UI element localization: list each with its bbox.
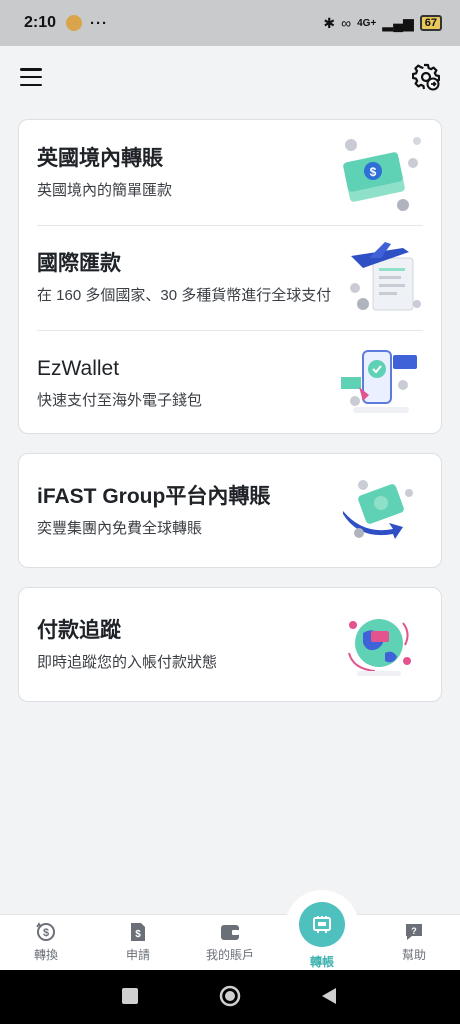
row-subtitle: 英國境內的簡單匯款 [37,181,173,199]
settings-gear-icon[interactable] [412,63,440,91]
nav-label: 幫助 [401,948,426,962]
home-icon[interactable] [219,985,241,1007]
recent-apps-icon[interactable] [121,987,139,1005]
bottom-navigation: $ 轉換 $ 申請 我的賬戶 ? 幫助 [0,914,460,970]
svg-text:$: $ [43,927,49,939]
system-navigation-bar [0,970,460,1024]
app-bar [0,46,460,108]
menu-icon[interactable] [20,68,42,86]
row-subtitle: 快速支付至海外電子錢包 [37,391,203,409]
airplane-invoice-icon [350,241,421,310]
uk-domestic-transfer-row[interactable]: 英國境內轉賬 英國境內的簡單匯款 $ [19,120,441,225]
nav-label: 申請 [125,948,150,962]
svg-text:$: $ [370,165,377,179]
row-title: EzWallet [37,357,120,381]
row-subtitle: 在 160 多個國家、30 多種貨幣進行全球支付 [37,286,332,304]
status-bar: 2:10 ··· ✱ ∞ 4G+ ▂▄▆ 67 [0,0,460,46]
banknotes-icon: $ [343,136,421,211]
row-title: 英國境內轉賬 [37,147,163,171]
row-title: 國際匯款 [37,252,121,276]
link-icon: ∞ [341,15,352,31]
row-title: 付款追蹤 [37,619,121,643]
nav-label: 我的賬戶 [205,948,254,962]
ifast-group-transfer-card: iFAST Group平台內轉賬 奕豐集團內免費全球轉賬 [18,453,442,568]
transfer-active-icon [299,902,345,947]
svg-text:?: ? [411,926,417,936]
nav-item-transfer[interactable]: 轉帳 [282,890,362,970]
document-dollar-icon: $ [131,923,145,941]
ezwallet-row[interactable]: EzWallet 快速支付至海外電子錢包 [19,330,441,435]
payment-tracking-card: 付款追蹤 即時追蹤您的入帳付款狀態 [18,587,442,702]
payment-tracking-row[interactable]: 付款追蹤 即時追蹤您的入帳付款狀態 [19,588,441,701]
nav-item-exchange[interactable]: $ 轉換 [6,921,86,963]
currency-exchange-icon: $ [36,922,55,941]
network-label: 4G+ [357,17,377,29]
help-chat-icon: ? [406,924,422,940]
phone-wallet-icon [341,349,417,413]
money-transfer-arrows-icon [343,479,413,539]
nav-item-help[interactable]: ? 幫助 [374,921,454,963]
globe-tracking-icon [348,618,411,676]
nav-label: 轉換 [33,948,58,962]
notification-icon [66,15,83,31]
svg-text:$: $ [135,929,141,940]
bluetooth-icon: ✱ [323,14,336,31]
row-subtitle: 奕豐集團內免費全球轉賬 [37,519,203,537]
nav-item-apply[interactable]: $ 申請 [98,921,178,963]
international-remittance-row[interactable]: 國際匯款 在 160 多個國家、30 多種貨幣進行全球支付 [19,225,441,330]
wallet-icon [221,925,239,940]
signal-icon: ▂▄▆ [382,14,414,31]
row-title: iFAST Group平台內轉賬 [37,485,271,509]
status-time: 2:10 [24,14,57,31]
row-subtitle: 即時追蹤您的入帳付款狀態 [37,653,218,671]
ifast-group-transfer-row[interactable]: iFAST Group平台內轉賬 奕豐集團內免費全球轉賬 [19,454,441,567]
nav-item-my-account[interactable]: 我的賬戶 [190,921,270,963]
more-notifications-icon: ··· [90,14,109,32]
battery-icon: 67 [419,15,442,31]
transfer-options-card: 英國境內轉賬 英國境內的簡單匯款 $ 國際匯款 在 160 多個國家、30 多種… [18,119,442,434]
back-icon[interactable] [320,987,338,1005]
nav-label: 轉帳 [309,955,334,969]
